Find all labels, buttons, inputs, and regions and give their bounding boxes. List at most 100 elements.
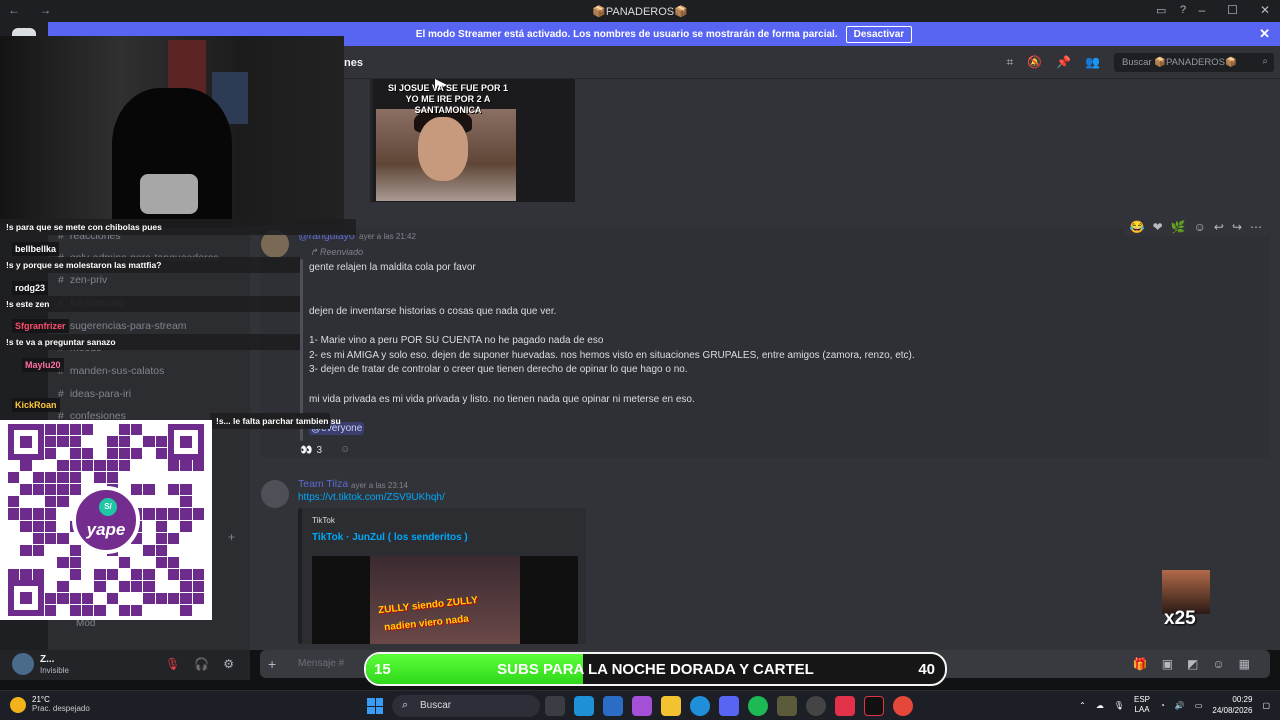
search-placeholder: Buscar 📦PANADEROS📦 xyxy=(1122,57,1237,68)
multiplier-badge: x25 xyxy=(1160,568,1212,632)
weather-widget[interactable]: 21°C Prac. despejado xyxy=(10,695,90,713)
taskbar-search[interactable]: ⌕ Buscar xyxy=(392,695,540,717)
channel-item[interactable]: # ideas-para-iri xyxy=(58,388,131,400)
settings-gear-icon[interactable]: ⚙ xyxy=(223,657,234,671)
deactivate-button[interactable]: Desactivar xyxy=(845,25,913,43)
message-link[interactable]: https://vt.tiktok.com/ZSV9UKhqh/ xyxy=(298,492,445,503)
tiktok-icon[interactable] xyxy=(864,696,884,716)
channel-label: zen-priv xyxy=(69,274,108,286)
help-icon[interactable]: ? xyxy=(1180,4,1186,16)
mic-muted-icon[interactable]: 🎙 xyxy=(165,657,180,671)
apps-icon[interactable]: ▦ xyxy=(1239,657,1250,671)
overlay-chat-message: !s para que se mete con chibolas pues xyxy=(0,219,356,235)
spotify-icon[interactable] xyxy=(748,696,768,716)
channel-item[interactable]: #sugerencias-para-stream xyxy=(58,320,187,332)
sticker-icon[interactable]: ◩ xyxy=(1187,657,1198,671)
weather-desc: Prac. despejado xyxy=(32,704,90,713)
network-icon[interactable]: ☁ xyxy=(1096,701,1104,710)
maximize-button[interactable]: ☐ xyxy=(1227,3,1238,17)
message-line: 1- Marie vino a peru POR SU CUENTA no he… xyxy=(309,335,604,346)
close-window-button[interactable]: ✕ xyxy=(1260,3,1270,17)
channel-title: nes xyxy=(344,57,363,69)
obs-icon[interactable] xyxy=(806,696,826,716)
video-embed[interactable]: SI JOSUE VA SE FUE POR 1 YO ME IRE POR 2… xyxy=(370,79,575,202)
mic-icon[interactable]: 🎙 xyxy=(1114,701,1124,710)
copilot-icon[interactable] xyxy=(632,696,652,716)
user-status: Invisible xyxy=(40,666,69,675)
edge-icon[interactable] xyxy=(690,696,710,716)
start-button[interactable] xyxy=(367,698,383,714)
wifi-icon[interactable]: ◔ xyxy=(1160,701,1165,710)
pin-icon[interactable]: 📌 xyxy=(1056,55,1071,70)
volume-icon[interactable]: 🔊 xyxy=(1175,701,1185,710)
calculator-icon[interactable] xyxy=(603,696,623,716)
user-avatar[interactable] xyxy=(12,653,34,675)
notepad-icon[interactable] xyxy=(574,696,594,716)
channel-item[interactable]: # zen-priv xyxy=(58,274,107,286)
overlay-chat-message: !s este zen xyxy=(0,296,300,312)
embed-thumbnail-image: ZULLY siendo ZULLY nadien viero nada xyxy=(370,556,520,644)
yape-symbol: S/ xyxy=(99,498,117,516)
add-reaction-icon[interactable]: ☺ xyxy=(340,444,350,455)
emoji-icon[interactable]: ☺ xyxy=(1212,657,1224,671)
forward-icon[interactable]: ↪ xyxy=(1232,220,1242,234)
chrome-icon[interactable] xyxy=(893,696,913,716)
gif-icon[interactable]: ▣ xyxy=(1162,657,1173,671)
overlay-chat-user: rodg23 xyxy=(12,281,49,295)
reaction-laugh-icon[interactable]: 😂 xyxy=(1130,220,1145,234)
embed-thumbnail[interactable]: ZULLY siendo ZULLY nadien viero nada xyxy=(312,556,578,644)
battery-icon[interactable]: ▭ xyxy=(1195,701,1203,710)
task-view-icon[interactable] xyxy=(545,696,565,716)
file-explorer-icon[interactable] xyxy=(661,696,681,716)
weather-temp: 21°C xyxy=(32,695,50,704)
app-red-icon[interactable] xyxy=(835,696,855,716)
minimize-button[interactable]: – xyxy=(1198,3,1205,17)
channel-item[interactable]: #manden-sus-calatos xyxy=(58,365,164,377)
reaction-eyes-icon: 👀 xyxy=(300,444,313,456)
streamer-banner-text: El modo Streamer está activado. Los nomb… xyxy=(415,28,838,40)
gift-icon[interactable]: 🎁 xyxy=(1133,657,1148,671)
face-mask xyxy=(140,174,198,214)
link-embed: TikTok TikTok · JunZul ( los senderitos … xyxy=(298,508,586,644)
search-input[interactable]: Buscar 📦PANADEROS📦 ⌕ xyxy=(1114,53,1274,72)
reply-icon[interactable]: ↩ xyxy=(1214,220,1224,234)
more-icon[interactable]: ⋯ xyxy=(1250,220,1262,234)
language-indicator[interactable]: ESP LAA xyxy=(1134,695,1150,715)
sub-goal-target: 40 xyxy=(918,661,935,678)
mute-bell-icon[interactable]: 🔕 xyxy=(1027,55,1042,70)
clock[interactable]: 00:29 24/08/2026 xyxy=(1212,694,1252,716)
hash-icon: # xyxy=(58,274,64,286)
message-line: 2- es mi AMIGA y solo eso. dejen de supo… xyxy=(309,350,915,361)
add-channel-icon[interactable]: + xyxy=(228,530,235,544)
channel-label: ideas-para-iri xyxy=(69,388,132,400)
message-author[interactable]: Team Tilza xyxy=(298,478,348,490)
reaction-heart-icon[interactable]: ❤ xyxy=(1153,220,1163,234)
message-timestamp: ayer a las 21:42 xyxy=(359,232,416,241)
taskbar-search-label: Buscar xyxy=(420,700,452,711)
notifications-icon[interactable]: ▢ xyxy=(1262,701,1270,710)
embed-title[interactable]: TikTok · JunZul ( los senderitos ) xyxy=(312,532,468,543)
qr-finder xyxy=(168,424,204,460)
app-icon[interactable] xyxy=(777,696,797,716)
overlay-chat-user: Maylu20 xyxy=(22,358,64,372)
lang-primary: ESP xyxy=(1134,695,1151,704)
reaction-plant-icon[interactable]: 🌿 xyxy=(1171,220,1186,234)
add-reaction-icon[interactable]: ☺ xyxy=(1194,220,1206,234)
avatar[interactable] xyxy=(261,480,289,508)
video-caption: SI JOSUE VA SE FUE POR 1 YO ME IRE POR 2… xyxy=(387,83,509,115)
message-line: dejen de inventarse historias o cosas qu… xyxy=(309,306,557,317)
threads-icon[interactable]: ⌗ xyxy=(1006,55,1013,70)
channel-label: manden-sus-calatos xyxy=(69,365,165,377)
sun-icon xyxy=(10,697,26,713)
chevron-up-icon[interactable]: ⌃ xyxy=(1079,701,1086,710)
window-title: 📦PANADEROS📦 xyxy=(592,6,688,18)
composer-placeholder: Mensaje # xyxy=(298,658,345,669)
reaction-pill[interactable]: 👀 3 xyxy=(300,441,330,459)
discord-icon[interactable] xyxy=(719,696,739,716)
embed-provider: TikTok xyxy=(312,516,335,525)
headphones-icon[interactable]: 🎧 xyxy=(194,657,209,671)
attach-plus-icon[interactable]: + xyxy=(268,656,276,672)
inbox-icon[interactable]: ▭ xyxy=(1156,4,1166,17)
close-icon[interactable]: ✕ xyxy=(1259,26,1270,42)
members-icon[interactable]: 👥 xyxy=(1085,55,1100,70)
